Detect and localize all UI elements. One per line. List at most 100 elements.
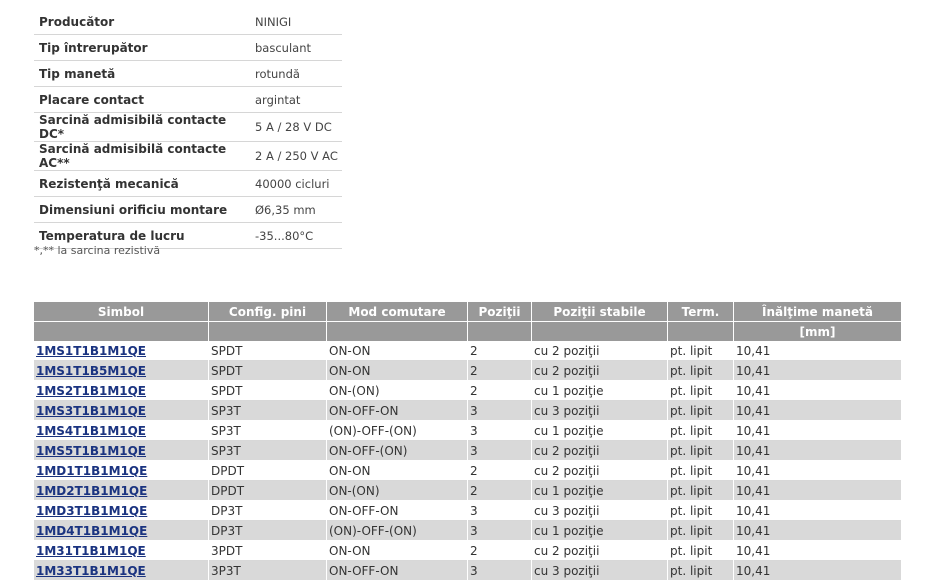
col-header-mod-comutare: Mod comutare: [327, 302, 467, 321]
cell-config-pini: DP3T: [209, 521, 326, 541]
cell-mod-comutare: ON-ON: [327, 541, 467, 561]
cell-config-pini: SPDT: [209, 381, 326, 401]
table-row: 1M31T1B1M1QE 3PDT ON-ON 2 cu 2 poziţii pt. li…: [34, 541, 901, 561]
product-link[interactable]: 1MS4T1B1M1QE: [36, 424, 146, 438]
unit-cell: [668, 321, 733, 341]
cell-inaltime-maneta: 10,41: [734, 521, 901, 541]
cell-pozitii: 3: [468, 401, 531, 421]
cell-pozitii: 2: [468, 381, 531, 401]
spec-value: basculant: [250, 34, 342, 61]
cell-mod-comutare: ON-ON: [327, 341, 467, 361]
product-link[interactable]: 1MD2T1B1M1QE: [36, 484, 147, 498]
col-header-term: Term.: [668, 302, 733, 321]
product-link[interactable]: 1MS2T1B1M1QE: [36, 384, 146, 398]
unit-cell-mm: [mm]: [734, 321, 901, 341]
spec-value: NINIGI: [250, 9, 342, 35]
cell-pozitii-stabile: cu 2 poziţii: [532, 441, 667, 461]
table-row: 1MD4T1B1M1QE DP3T (ON)-OFF-(ON) 3 cu 1 poziţ…: [34, 521, 901, 541]
cell-pozitii-stabile: cu 1 poziţie: [532, 481, 667, 501]
spec-value: rotundă: [250, 60, 342, 87]
cell-term: pt. lipit: [668, 441, 733, 461]
cell-simbol: 1MD2T1B1M1QE: [34, 481, 208, 501]
spec-row: Sarcină admisibilă contacte DC* 5 A / 28 …: [34, 112, 342, 142]
spec-row: Rezistenţă mecanică 40000 cicluri: [34, 170, 342, 197]
cell-pozitii: 3: [468, 561, 531, 581]
spec-label: Sarcină admisibilă contacte AC**: [34, 141, 250, 171]
cell-mod-comutare: (ON)-OFF-(ON): [327, 521, 467, 541]
cell-inaltime-maneta: 10,41: [734, 561, 901, 581]
cell-term: pt. lipit: [668, 561, 733, 581]
product-link[interactable]: 1MD3T1B1M1QE: [36, 504, 147, 518]
table-row: 1MS5T1B1M1QE SP3T ON-OFF-(ON) 3 cu 2 poziţii…: [34, 441, 901, 461]
cell-pozitii-stabile: cu 1 poziţie: [532, 521, 667, 541]
spec-label: Tip manetă: [34, 60, 250, 87]
spec-value: -35...80°C: [250, 222, 342, 249]
spec-label: Rezistenţă mecanică: [34, 170, 250, 197]
cell-simbol: 1M33T1B1M1QE: [34, 561, 208, 581]
spec-label: Producător: [34, 9, 250, 35]
cell-simbol: 1MD1T1B1M1QE: [34, 461, 208, 481]
unit-cell: [327, 321, 467, 341]
cell-simbol: 1MS2T1B1M1QE: [34, 381, 208, 401]
product-link[interactable]: 1M31T1B1M1QE: [36, 544, 146, 558]
spec-row: Placare contact argintat: [34, 86, 342, 113]
product-link[interactable]: 1MS3T1B1M1QE: [36, 404, 146, 418]
header-row: Simbol Config. pini Mod comutare Poziţii…: [34, 302, 901, 321]
product-link[interactable]: 1MS1T1B1M1QE: [36, 344, 146, 358]
cell-mod-comutare: ON-OFF-(ON): [327, 441, 467, 461]
cell-config-pini: 3PDT: [209, 541, 326, 561]
table-row: 1MS3T1B1M1QE SP3T ON-OFF-ON 3 cu 3 poziţii pt…: [34, 401, 901, 421]
cell-pozitii-stabile: cu 3 poziţii: [532, 401, 667, 421]
cell-simbol: 1MS4T1B1M1QE: [34, 421, 208, 441]
spec-label: Tip întrerupător: [34, 34, 250, 61]
table-row: 1MD2T1B1M1QE DPDT ON-(ON) 2 cu 1 poziţie pt. …: [34, 481, 901, 501]
spec-value: argintat: [250, 86, 342, 113]
cell-mod-comutare: ON-OFF-ON: [327, 501, 467, 521]
spec-value: 2 A / 250 V AC: [250, 141, 342, 171]
col-header-simbol: Simbol: [34, 302, 208, 321]
cell-inaltime-maneta: 10,41: [734, 441, 901, 461]
cell-mod-comutare: ON-ON: [327, 361, 467, 381]
cell-mod-comutare: ON-(ON): [327, 481, 467, 501]
cell-pozitii: 3: [468, 501, 531, 521]
specs-table: Producător NINIGI Tip întrerupător basculan…: [34, 9, 342, 249]
cell-term: pt. lipit: [668, 361, 733, 381]
cell-inaltime-maneta: 10,41: [734, 381, 901, 401]
cell-term: pt. lipit: [668, 341, 733, 361]
cell-term: pt. lipit: [668, 421, 733, 441]
cell-pozitii-stabile: cu 2 poziţii: [532, 461, 667, 481]
spec-row: Sarcină admisibilă contacte AC** 2 A / 25…: [34, 141, 342, 171]
product-link[interactable]: 1M33T1B1M1QE: [36, 564, 146, 578]
cell-mod-comutare: (ON)-OFF-(ON): [327, 421, 467, 441]
cell-mod-comutare: ON-(ON): [327, 381, 467, 401]
spec-label: Sarcină admisibilă contacte DC*: [34, 112, 250, 142]
cell-pozitii-stabile: cu 1 poziţie: [532, 381, 667, 401]
product-link[interactable]: 1MD1T1B1M1QE: [36, 464, 147, 478]
spec-value: 5 A / 28 V DC: [250, 112, 342, 142]
cell-pozitii: 2: [468, 341, 531, 361]
spec-row: Tip întrerupător basculant: [34, 34, 342, 61]
col-header-pozitii: Poziţii: [468, 302, 531, 321]
spec-row: Tip manetă rotundă: [34, 60, 342, 87]
col-header-inaltime-maneta: Înălţime manetă: [734, 302, 901, 321]
cell-pozitii-stabile: cu 3 poziţii: [532, 561, 667, 581]
cell-simbol: 1MS3T1B1M1QE: [34, 401, 208, 421]
product-link[interactable]: 1MS5T1B1M1QE: [36, 444, 146, 458]
cell-pozitii: 3: [468, 441, 531, 461]
cell-pozitii-stabile: cu 1 poziţie: [532, 421, 667, 441]
cell-pozitii-stabile: cu 2 poziţii: [532, 541, 667, 561]
cell-config-pini: SPDT: [209, 341, 326, 361]
unit-cell: [532, 321, 667, 341]
cell-config-pini: DP3T: [209, 501, 326, 521]
cell-inaltime-maneta: 10,41: [734, 361, 901, 381]
product-link[interactable]: 1MS1T1B5M1QE: [36, 364, 146, 378]
cell-inaltime-maneta: 10,41: [734, 461, 901, 481]
cell-mod-comutare: ON-OFF-ON: [327, 561, 467, 581]
cell-simbol: 1MS5T1B1M1QE: [34, 441, 208, 461]
cell-term: pt. lipit: [668, 381, 733, 401]
cell-pozitii-stabile: cu 2 poziţii: [532, 361, 667, 381]
unit-cell: [209, 321, 326, 341]
unit-cell: [468, 321, 531, 341]
cell-term: pt. lipit: [668, 481, 733, 501]
product-link[interactable]: 1MD4T1B1M1QE: [36, 524, 147, 538]
